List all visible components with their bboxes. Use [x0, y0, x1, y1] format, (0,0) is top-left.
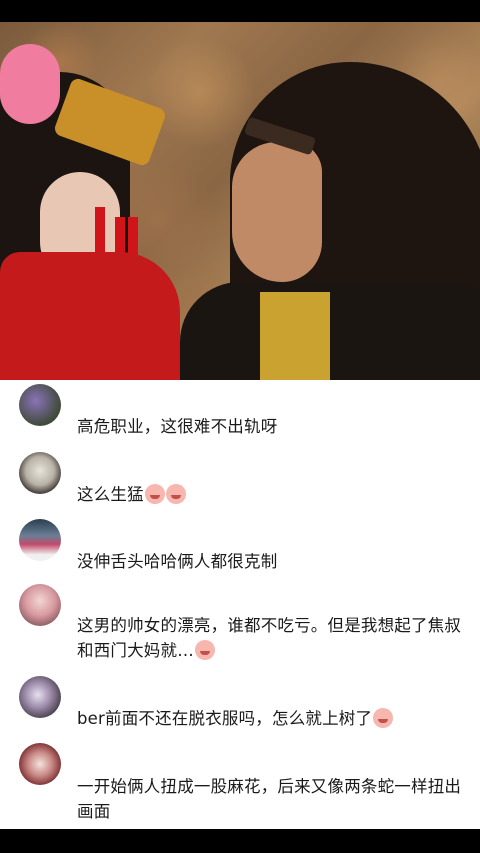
avatar[interactable] [19, 584, 61, 626]
man-face [232, 142, 322, 282]
avatar[interactable] [19, 743, 61, 785]
comment-text: 这男的帅女的漂亮，谁都不吃亏。但是我想起了焦叔和西门大妈就… [77, 613, 462, 663]
comment-text-content: ber前面不还在脱衣服吗，怎么就上树了 [77, 709, 373, 728]
comment-text-content: 这么生猛 [77, 485, 144, 504]
shy-emoji [373, 708, 394, 728]
comment-list: 高危职业，这很难不出轨呀 这么生猛 没伸舌头哈哈俩人都很克制 这男的帅女的漂亮，… [0, 380, 480, 829]
status-bar [0, 0, 480, 22]
comment-text: ber前面不还在脱衣服吗，怎么就上树了 [77, 706, 462, 731]
avatar[interactable] [19, 519, 61, 561]
navigation-bar [0, 829, 480, 853]
man-yellow-collar [260, 292, 330, 380]
comment-text-content: 高危职业，这很难不出轨呀 [77, 417, 278, 436]
girl-red-robe [0, 252, 180, 380]
comment-text: 这么生猛 [77, 482, 462, 507]
avatar[interactable] [19, 452, 61, 494]
man-robe [180, 282, 480, 380]
crying-laugh-emoji [144, 484, 165, 504]
crying-laugh-emoji [165, 484, 186, 504]
comment-text-content: 没伸舌头哈哈俩人都很克制 [77, 552, 278, 571]
comment-text: 一开始俩人扭成一股麻花，后来又像两条蛇一样扭出画面 [77, 774, 462, 824]
comment-text-content: 一开始俩人扭成一股麻花，后来又像两条蛇一样扭出画面 [77, 777, 462, 821]
comment-text: 没伸舌头哈哈俩人都很克制 [77, 549, 462, 574]
avatar[interactable] [19, 676, 61, 718]
sweat-emoji [194, 640, 215, 660]
comment-text-content: 这男的帅女的漂亮，谁都不吃亏。但是我想起了焦叔和西门大妈就… [77, 616, 462, 660]
video-frame[interactable] [0, 22, 480, 380]
pink-flower-ornament [0, 44, 60, 124]
comment-text: 高危职业，这很难不出轨呀 [77, 414, 462, 439]
avatar[interactable] [19, 384, 61, 426]
